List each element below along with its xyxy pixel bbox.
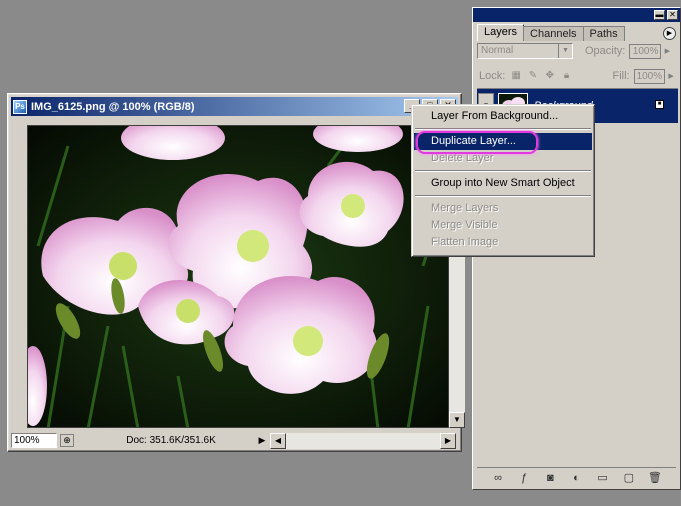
menu-item-group-smart-object[interactable]: Group into New Smart Object (414, 175, 592, 192)
lock-label: Lock: (479, 70, 506, 82)
status-bar: 100% ⊕ Doc: 351.6K/351.6K ▶ ◀ ▶ (11, 432, 458, 449)
scroll-down-arrow-icon[interactable]: ▼ (449, 412, 465, 428)
tab-channels[interactable]: Channels (523, 26, 584, 41)
horizontal-scrollbar[interactable]: ◀ ▶ (270, 432, 456, 449)
adjustment-layer-icon[interactable]: ◐ (568, 471, 584, 485)
fill-label: Fill: (612, 70, 630, 82)
panel-footer-toolbar: ∞ ƒ ◙ ◐ ▭ ▢ 🗑︎ (477, 467, 676, 487)
panel-tabs: Layers Channels Paths ▶ (473, 24, 680, 41)
tab-layers[interactable]: Layers (477, 24, 525, 41)
blend-mode-select[interactable]: Normal ▼ (477, 43, 573, 59)
layer-lock-icon: ■ (655, 100, 664, 109)
menu-item-duplicate-layer[interactable]: Duplicate Layer... (414, 131, 592, 154)
chevron-down-icon[interactable]: ▼ (558, 44, 572, 58)
opacity-slider-arrow-icon[interactable]: ▶ (662, 44, 672, 59)
layer-mask-icon[interactable]: ◙ (542, 471, 558, 485)
fill-slider-arrow-icon[interactable]: ▶ (666, 69, 676, 84)
opacity-label: Opacity: (585, 45, 626, 57)
panel-titlebar[interactable]: ▬ ✕ (473, 8, 680, 22)
scroll-right-arrow-icon[interactable]: ▶ (440, 432, 456, 449)
trash-icon[interactable]: 🗑︎ (647, 471, 663, 485)
menu-separator (415, 195, 591, 197)
new-group-icon[interactable]: ▭ (595, 471, 611, 485)
document-window: Ps IMG_6125.png @ 100% (RGB/8) _ □ ✕ (7, 93, 465, 452)
image-canvas[interactable] (27, 125, 449, 428)
opacity-field[interactable]: 100% (629, 43, 662, 59)
document-size-info: Doc: 351.6K/351.6K (126, 435, 216, 446)
layer-style-icon[interactable]: ƒ (516, 471, 532, 485)
lock-all-icon[interactable]: 🔒︎ (561, 70, 573, 82)
flower-photo (28, 126, 448, 427)
tab-paths[interactable]: Paths (582, 26, 625, 41)
menu-item-merge-visible: Merge Visible (431, 219, 498, 231)
scroll-left-arrow-icon[interactable]: ◀ (270, 432, 286, 449)
blend-mode-value: Normal (481, 45, 514, 56)
panel-menu-icon[interactable]: ▶ (663, 27, 676, 40)
blend-opacity-row: Normal ▼ Opacity: 100% ▶ (477, 42, 676, 60)
document-titlebar[interactable]: Ps IMG_6125.png @ 100% (RGB/8) _ □ ✕ (11, 97, 458, 116)
status-menu-arrow-icon[interactable]: ▶ (256, 434, 268, 447)
panel-minimize-button[interactable]: ▬ (654, 10, 665, 20)
lock-position-icon[interactable]: ✥ (544, 70, 556, 82)
zoom-level-field[interactable]: 100% (11, 433, 57, 448)
lock-transparent-pixels-icon[interactable]: ▦ (510, 70, 522, 82)
photoshop-document-icon: Ps (13, 99, 27, 114)
lock-image-pixels-icon[interactable]: ✎ (527, 70, 539, 82)
menu-item-merge-layers: Merge Layers (431, 202, 499, 214)
menu-item-flatten-image: Flatten Image (431, 236, 499, 248)
panel-close-button[interactable]: ✕ (667, 10, 678, 20)
menu-separator (415, 170, 591, 172)
link-layers-icon[interactable]: ∞ (490, 471, 506, 485)
layer-context-menu: Layer From Background... Duplicate Layer… (411, 104, 595, 257)
zoom-icon[interactable]: ⊕ (60, 434, 74, 447)
lock-fill-row: Lock: ▦ ✎ ✥ 🔒︎ Fill: 100% ▶ (477, 67, 676, 85)
menu-item-layer-from-background[interactable]: Layer From Background... (414, 108, 592, 125)
new-layer-icon[interactable]: ▢ (621, 471, 637, 485)
menu-separator (415, 128, 591, 130)
fill-field[interactable]: 100% (633, 68, 666, 84)
document-title: IMG_6125.png @ 100% (RGB/8) (31, 100, 195, 113)
